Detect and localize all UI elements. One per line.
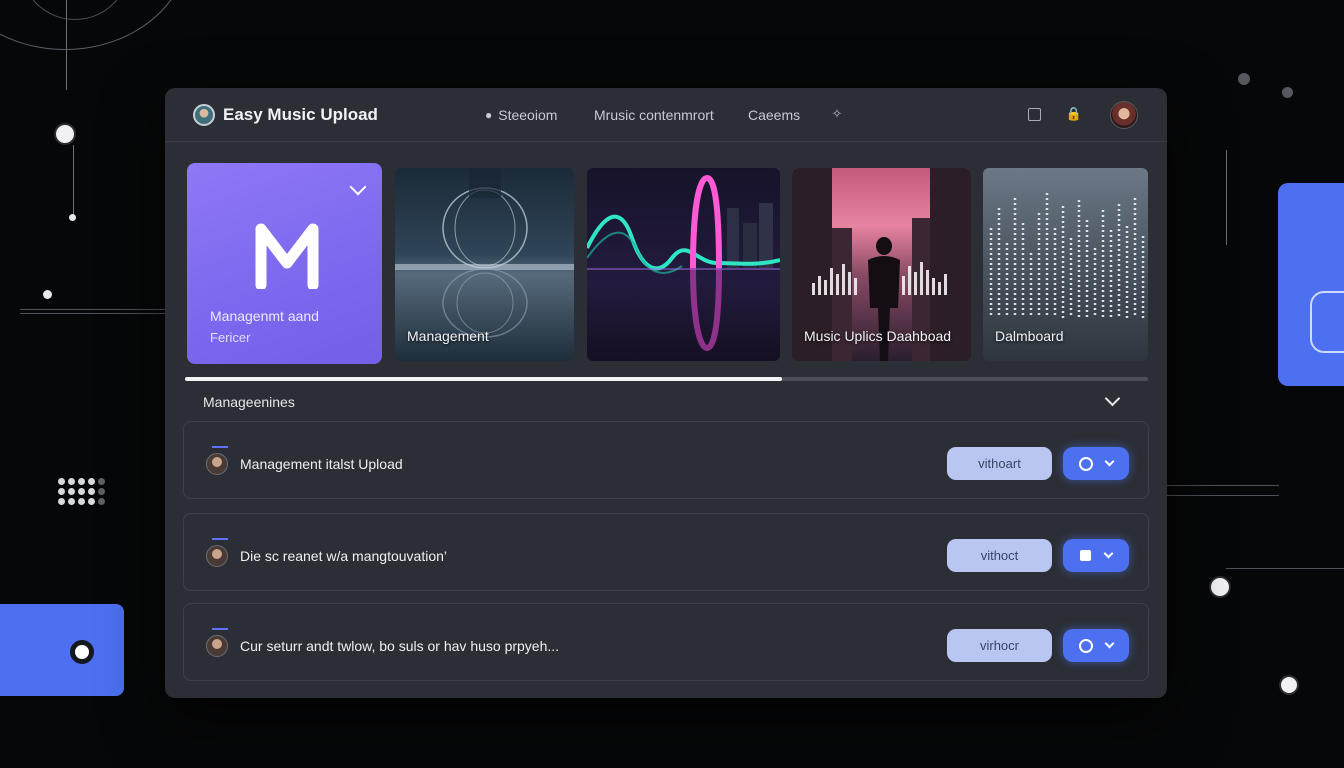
nav-label: Steeoiom xyxy=(498,107,558,123)
row-title: Die sc reanet w/a mangtouvation’ xyxy=(240,548,447,564)
card-neon-wave[interactable] xyxy=(587,168,780,361)
nav-item-caeems[interactable]: Caeems xyxy=(748,107,800,123)
refresh-icon xyxy=(1079,638,1094,653)
record-icon xyxy=(70,640,94,664)
refresh-icon xyxy=(1079,456,1094,471)
card-management[interactable]: Management xyxy=(395,168,574,361)
top-bar: Easy Music Upload ● Steeoiom Mrusic cont… xyxy=(165,88,1167,142)
row-option-button[interactable]: vithoart xyxy=(947,447,1052,480)
card-featured[interactable]: Managenmt aand Fericer xyxy=(187,163,382,364)
card-label: Music Uplics Daahboad xyxy=(804,328,952,344)
background-line xyxy=(1226,568,1344,569)
background-dot-grid xyxy=(58,478,105,505)
floating-card-left xyxy=(0,604,124,696)
background-dot xyxy=(1238,73,1250,85)
window-icon[interactable] xyxy=(1027,107,1041,121)
row-title: Cur seturr andt twlow, bo suls or hav hu… xyxy=(240,638,560,654)
background-line xyxy=(66,0,67,90)
avatar xyxy=(206,635,228,657)
row-option-button[interactable]: virhocr xyxy=(947,629,1052,662)
nav-label: Caeems xyxy=(748,107,801,123)
background-line xyxy=(1167,495,1279,496)
row-action-button[interactable] xyxy=(1063,539,1129,572)
lock-icon[interactable]: 🔒 xyxy=(1066,106,1082,121)
background-dot xyxy=(43,290,52,299)
tag-icon: ● xyxy=(485,108,493,122)
nav-item-steeoiom[interactable]: ● Steeoiom xyxy=(485,107,557,123)
avatar xyxy=(206,453,228,475)
upload-progress-bar xyxy=(185,377,1148,381)
nav-item-music-content[interactable]: Mrusic contenmrort xyxy=(594,107,714,123)
user-avatar[interactable] xyxy=(1110,101,1138,129)
row-action-button[interactable] xyxy=(1063,447,1129,480)
app-title: Easy Music Upload xyxy=(223,105,378,124)
row-marker xyxy=(212,628,228,630)
card-title: Managenmt aand xyxy=(210,308,319,324)
row-action-button[interactable] xyxy=(1063,629,1129,662)
floating-card-right xyxy=(1278,183,1344,386)
row-option-button[interactable]: vithoct xyxy=(947,539,1052,572)
list-item[interactable]: Management italst Upload vithoart xyxy=(183,421,1149,499)
background-knob xyxy=(1279,675,1299,695)
background-arc-small xyxy=(20,0,130,20)
card-subtitle: Fericer xyxy=(210,330,251,345)
background-line xyxy=(1167,485,1279,486)
row-marker xyxy=(212,446,228,448)
chevron-down-icon xyxy=(1104,638,1115,649)
list-item[interactable]: Die sc reanet w/a mangtouvation’ vithoct xyxy=(183,513,1149,591)
background-line xyxy=(73,145,74,217)
row-title: Management italst Upload xyxy=(240,456,403,472)
chevron-down-icon[interactable] xyxy=(349,178,367,196)
neon-wave-image xyxy=(587,174,780,352)
section-title: Manageenines xyxy=(203,394,295,410)
card-label: Management xyxy=(407,328,489,344)
background-dot xyxy=(1282,87,1293,98)
background-knob xyxy=(1209,576,1231,598)
chevron-down-icon[interactable] xyxy=(1104,390,1121,407)
settings-sparkle-icon[interactable]: ✧ xyxy=(830,106,844,121)
background-arc xyxy=(0,0,190,50)
background-line xyxy=(1226,150,1227,245)
list-item[interactable]: Cur seturr andt twlow, bo suls or hav hu… xyxy=(183,603,1149,681)
logo-m-icon xyxy=(255,223,319,289)
upload-progress-fill xyxy=(185,377,783,381)
card-dashboard[interactable]: Dalmboard xyxy=(983,168,1148,361)
brand-logo-icon xyxy=(193,104,215,126)
background-line xyxy=(20,309,165,310)
chevron-down-icon xyxy=(1103,548,1114,559)
frame-icon xyxy=(1310,291,1344,353)
card-music-uplics-dashboard[interactable]: Music Uplics Daahboad xyxy=(792,168,971,361)
card-label: Dalmboard xyxy=(995,328,1064,344)
stop-icon xyxy=(1080,550,1091,561)
nav-label: Mrusic contenmrort xyxy=(594,107,714,123)
row-marker xyxy=(212,538,228,540)
chevron-down-icon xyxy=(1104,456,1115,467)
background-dot xyxy=(69,214,76,221)
background-knob xyxy=(54,123,76,145)
avatar xyxy=(206,545,228,567)
app-window: Easy Music Upload ● Steeoiom Mrusic cont… xyxy=(165,88,1167,698)
background-line xyxy=(20,313,165,314)
